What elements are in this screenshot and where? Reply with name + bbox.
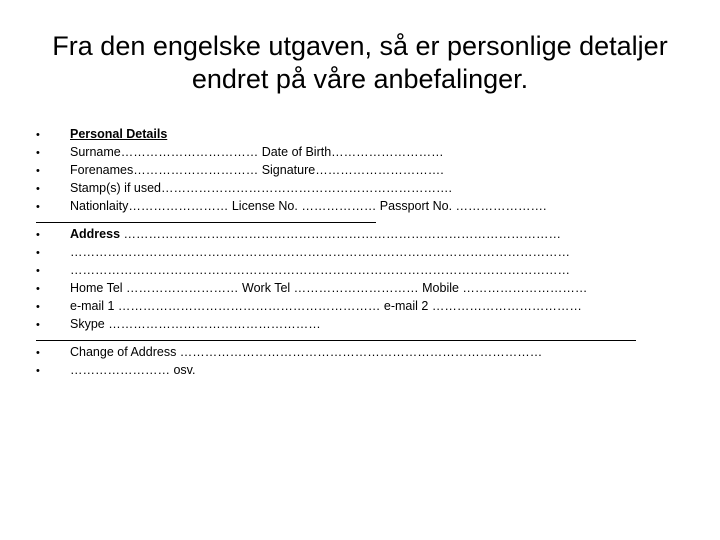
list-item-label: e-mail 1 ……………………………………………………… e-mail 2 … bbox=[70, 299, 582, 313]
list-item: • Address ………………………………………………………………………………… bbox=[36, 226, 684, 244]
list-item-label: Forenames………………………… Signature…………………………. bbox=[70, 163, 444, 177]
list-item: • Forenames………………………… Signature………………………… bbox=[36, 162, 684, 180]
list-item-label: ………………………………………………………………………………………………………… bbox=[70, 245, 570, 259]
page-title: Fra den engelske utgaven, så er personli… bbox=[52, 31, 668, 94]
list-item: • Stamp(s) if used…………………………………………………………… bbox=[36, 180, 684, 198]
list-item: • Change of Address ……………………………………………………… bbox=[36, 344, 684, 362]
bullet-icon: • bbox=[36, 365, 40, 377]
section-divider bbox=[36, 340, 636, 341]
list-item: • …………………… osv. bbox=[36, 362, 684, 380]
group-change-of-address: • Change of Address ……………………………………………………… bbox=[36, 340, 684, 380]
bullet-icon: • bbox=[36, 229, 40, 241]
list-item: • Surname…………………………… Date of Birth………………… bbox=[36, 144, 684, 162]
bullet-icon: • bbox=[36, 301, 40, 313]
list-item-label: Home Tel ……………………… Work Tel ………………………… M… bbox=[70, 281, 588, 295]
bullet-icon: • bbox=[36, 129, 40, 141]
address-dots: …………………………………………………………………………………………… bbox=[120, 227, 562, 241]
bullet-icon: • bbox=[36, 319, 40, 331]
list-item: • e-mail 1 ……………………………………………………… e-mail … bbox=[36, 298, 684, 316]
slide-canvas: Fra den engelske utgaven, så er personli… bbox=[0, 0, 720, 540]
bullet-icon: • bbox=[36, 201, 40, 213]
list-item: • Skype …………………………………………… bbox=[36, 316, 684, 334]
address-label: Address bbox=[70, 227, 121, 241]
list-item-label: Personal Details bbox=[70, 127, 168, 141]
bullet-icon: • bbox=[36, 283, 40, 295]
bullet-icon: • bbox=[36, 183, 40, 195]
list-item: • Home Tel ……………………… Work Tel …………………………… bbox=[36, 280, 684, 298]
group-address: • Address ………………………………………………………………………………… bbox=[36, 222, 684, 334]
list-item: • Personal Details bbox=[36, 126, 684, 144]
content-body: • Personal Details • Surname…………………………… … bbox=[36, 126, 684, 380]
list-item: • Nationlaity…………………… License No. ………………… bbox=[36, 198, 684, 216]
list-item-label: …………………… osv. bbox=[70, 363, 196, 377]
bullet-icon: • bbox=[36, 147, 40, 159]
list-item: • ……………………………………………………………………………………………………… bbox=[36, 262, 684, 280]
list-item-label: Nationlaity…………………… License No. ……………… P… bbox=[70, 199, 547, 213]
list-item-label: Change of Address …………………………………………………………… bbox=[70, 345, 543, 359]
list-item-label: Skype …………………………………………… bbox=[70, 317, 321, 331]
list-item: • ……………………………………………………………………………………………………… bbox=[36, 244, 684, 262]
bullet-icon: • bbox=[36, 165, 40, 177]
list-item-label: Surname…………………………… Date of Birth……………………… bbox=[70, 145, 444, 159]
bullet-icon: • bbox=[36, 347, 40, 359]
list-item-label: Stamp(s) if used……………………………………………………………. bbox=[70, 181, 452, 195]
group-personal-details: • Personal Details • Surname…………………………… … bbox=[36, 126, 684, 216]
bullet-icon: • bbox=[36, 265, 40, 277]
list-item-label: Address ……………………………………………………………………………………… bbox=[70, 226, 684, 243]
bullet-icon: • bbox=[36, 247, 40, 259]
list-item-label: ………………………………………………………………………………………………………… bbox=[70, 263, 570, 277]
section-divider bbox=[36, 222, 376, 223]
